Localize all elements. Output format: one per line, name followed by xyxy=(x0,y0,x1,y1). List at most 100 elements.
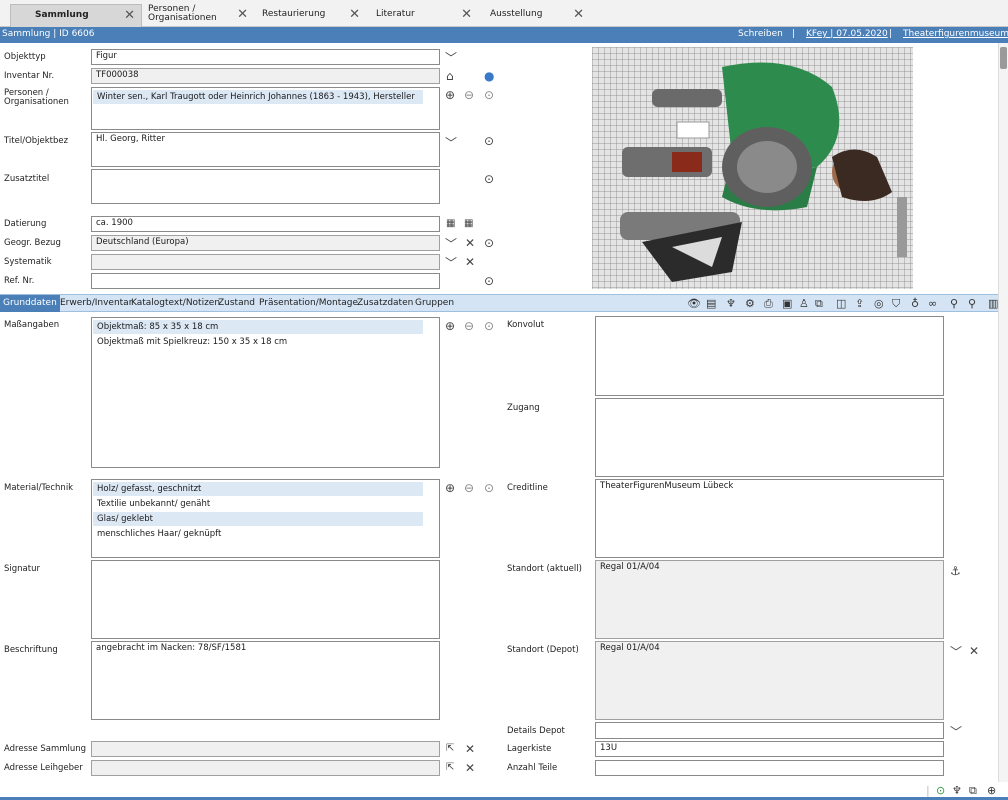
close-icon[interactable]: ✕ xyxy=(124,8,135,23)
tab-restaurierung[interactable]: Restaurierung ✕ xyxy=(254,4,366,27)
user-date-link[interactable]: KFey | 07.05.2020 xyxy=(806,29,888,39)
subtab-gruppen[interactable]: Gruppen xyxy=(415,298,454,308)
standort-depot-field[interactable]: Regal 01/A/04 xyxy=(595,641,944,720)
external-link-icon[interactable]: ⇱ xyxy=(446,743,454,755)
subtab-praesentation[interactable]: Präsentation/Montage xyxy=(259,298,358,308)
tag-icon[interactable]: ⌂ xyxy=(446,70,454,82)
list-item[interactable]: Textilie unbekannt/ genäht xyxy=(93,497,438,511)
adresse-sammlung-field[interactable] xyxy=(91,741,440,757)
close-icon[interactable]: ✕ xyxy=(461,7,472,22)
standort-aktuell-field[interactable]: Regal 01/A/04 xyxy=(595,560,944,639)
info-icon[interactable]: ● xyxy=(484,70,494,82)
target-icon[interactable]: ◎ xyxy=(874,297,884,310)
clear-icon[interactable]: ✕ xyxy=(969,645,979,657)
scrollbar[interactable] xyxy=(998,43,1008,800)
book-icon[interactable]: ◫ xyxy=(836,297,846,310)
subtab-zusatzdaten[interactable]: Zusatzdaten xyxy=(357,298,413,308)
creditline-field[interactable]: TheaterFigurenMuseum Lübeck xyxy=(595,479,944,558)
institution-link[interactable]: Theaterfigurenmuseum xyxy=(903,29,1008,39)
clear-icon[interactable]: ✕ xyxy=(465,256,475,268)
link-icon[interactable]: ∞ xyxy=(928,297,937,310)
subtab-grunddaten[interactable]: Grunddaten xyxy=(0,295,60,312)
konvolut-field[interactable] xyxy=(595,316,944,396)
remove-icon[interactable]: ⊖ xyxy=(464,482,474,494)
close-icon[interactable]: ✕ xyxy=(573,7,584,22)
list-item[interactable]: Glas/ geklebt xyxy=(93,512,423,526)
close-icon[interactable]: ✕ xyxy=(237,7,248,22)
add-icon[interactable]: ⊕ xyxy=(445,320,455,332)
person-search-icon[interactable]: ⚲ xyxy=(950,297,958,310)
clear-icon[interactable]: ✕ xyxy=(465,743,475,755)
clear-icon[interactable]: ✕ xyxy=(465,237,475,249)
check-icon[interactable]: ⊙ xyxy=(936,784,945,797)
chevron-down-icon[interactable]: ﹀ xyxy=(950,646,962,658)
object-photo[interactable] xyxy=(592,47,913,289)
adresse-leihgeber-field[interactable] xyxy=(91,760,440,776)
clear-icon[interactable]: ✕ xyxy=(465,762,475,774)
tool-icon[interactable]: ♆ xyxy=(952,784,962,797)
tool-icon[interactable]: ♆ xyxy=(726,297,736,310)
chevron-down-icon[interactable]: ﹀ xyxy=(445,257,457,269)
list-item[interactable]: Holz/ gefasst, geschnitzt xyxy=(93,482,423,496)
geogr-field[interactable]: Deutschland (Europa) xyxy=(91,235,440,251)
add-icon[interactable]: ⊕ xyxy=(445,482,455,494)
chevron-down-icon[interactable]: ﹀ xyxy=(445,137,457,149)
inventar-field[interactable]: TF000038 xyxy=(91,68,440,84)
copy-icon[interactable]: ⧉ xyxy=(969,784,977,798)
subtab-zustand[interactable]: Zustand xyxy=(218,298,255,308)
remove-icon[interactable]: ⊖ xyxy=(464,89,474,101)
image-icon[interactable]: ▣ xyxy=(782,297,792,310)
list-item[interactable]: Winter sen., Karl Traugott oder Heinrich… xyxy=(93,90,423,104)
more-icon[interactable]: ⊙ xyxy=(484,482,494,494)
more-icon[interactable]: ⊙ xyxy=(484,275,494,287)
search-icon[interactable]: ⚲ xyxy=(968,297,976,310)
add-icon[interactable]: ⊕ xyxy=(445,89,455,101)
signatur-field[interactable] xyxy=(91,560,440,639)
chevron-down-icon[interactable]: ﹀ xyxy=(445,238,457,250)
more-icon[interactable]: ⊙ xyxy=(484,320,494,332)
arrow-up-icon[interactable]: ⊕ xyxy=(987,784,996,797)
beschriftung-field[interactable]: angebracht im Nacken: 78/SF/1581 xyxy=(91,641,440,720)
upload-icon[interactable]: ⇪ xyxy=(855,297,864,310)
objekttyp-field[interactable]: Figur xyxy=(91,49,440,65)
zusatztitel-field[interactable] xyxy=(91,169,440,204)
external-link-icon[interactable]: ⇱ xyxy=(446,762,454,774)
tab-literatur[interactable]: Literatur ✕ xyxy=(366,4,478,27)
tab-ausstellung[interactable]: Ausstellung ✕ xyxy=(478,4,590,27)
titel-field[interactable]: Hl. Georg, Ritter xyxy=(91,132,440,167)
more-icon[interactable]: ⊙ xyxy=(484,135,494,147)
list-item[interactable]: menschliches Haar/ geknüpft xyxy=(93,527,438,541)
details-depot-field[interactable] xyxy=(595,722,944,739)
copy-icon[interactable]: ⧉ xyxy=(815,297,823,311)
subtab-katalogtext[interactable]: Katalogtext/Notizen xyxy=(131,298,220,308)
anzahl-teile-field[interactable] xyxy=(595,760,944,776)
document-icon[interactable]: ▤ xyxy=(706,297,716,310)
refnr-field[interactable] xyxy=(91,273,440,289)
datierung-field[interactable]: ca. 1900 xyxy=(91,216,440,232)
scroll-thumb[interactable] xyxy=(1000,47,1007,69)
massangaben-list[interactable]: Objektmaß: 85 x 35 x 18 cm Objektmaß mit… xyxy=(91,317,440,468)
location-icon[interactable]: ⚓ xyxy=(950,565,961,577)
subtab-erwerb[interactable]: Erwerb/Inventar xyxy=(60,298,132,308)
user-icon[interactable]: ♙ xyxy=(799,297,809,310)
close-icon[interactable]: ✕ xyxy=(349,7,360,22)
lagerkiste-field[interactable]: 13U xyxy=(595,741,944,757)
tab-personen[interactable]: Personen / Organisationen ✕ xyxy=(142,4,254,27)
zugang-field[interactable] xyxy=(595,398,944,477)
calendar-icon[interactable]: ▦ xyxy=(446,218,455,230)
print-icon[interactable]: ⎙ xyxy=(764,297,773,311)
more-icon[interactable]: ⊙ xyxy=(484,89,494,101)
list-item[interactable]: Objektmaß: 85 x 35 x 18 cm xyxy=(93,320,423,334)
lock-icon[interactable]: ♁ xyxy=(911,297,919,310)
remove-icon[interactable]: ⊖ xyxy=(464,320,474,332)
personen-list[interactable]: Winter sen., Karl Traugott oder Heinrich… xyxy=(91,87,440,130)
chevron-down-icon[interactable]: ﹀ xyxy=(950,726,962,738)
more-icon[interactable]: ⊙ xyxy=(484,237,494,249)
calendar-range-icon[interactable]: ▦ xyxy=(464,218,473,230)
gear-icon[interactable]: ⚙ xyxy=(745,297,755,310)
write-button[interactable]: Schreiben xyxy=(738,29,783,39)
panel-icon[interactable]: ▥ xyxy=(988,297,998,310)
more-icon[interactable]: ⊙ xyxy=(484,173,494,185)
material-list[interactable]: Holz/ gefasst, geschnitzt Textilie unbek… xyxy=(91,479,440,558)
tab-sammlung[interactable]: Sammlung ✕ xyxy=(10,4,142,27)
